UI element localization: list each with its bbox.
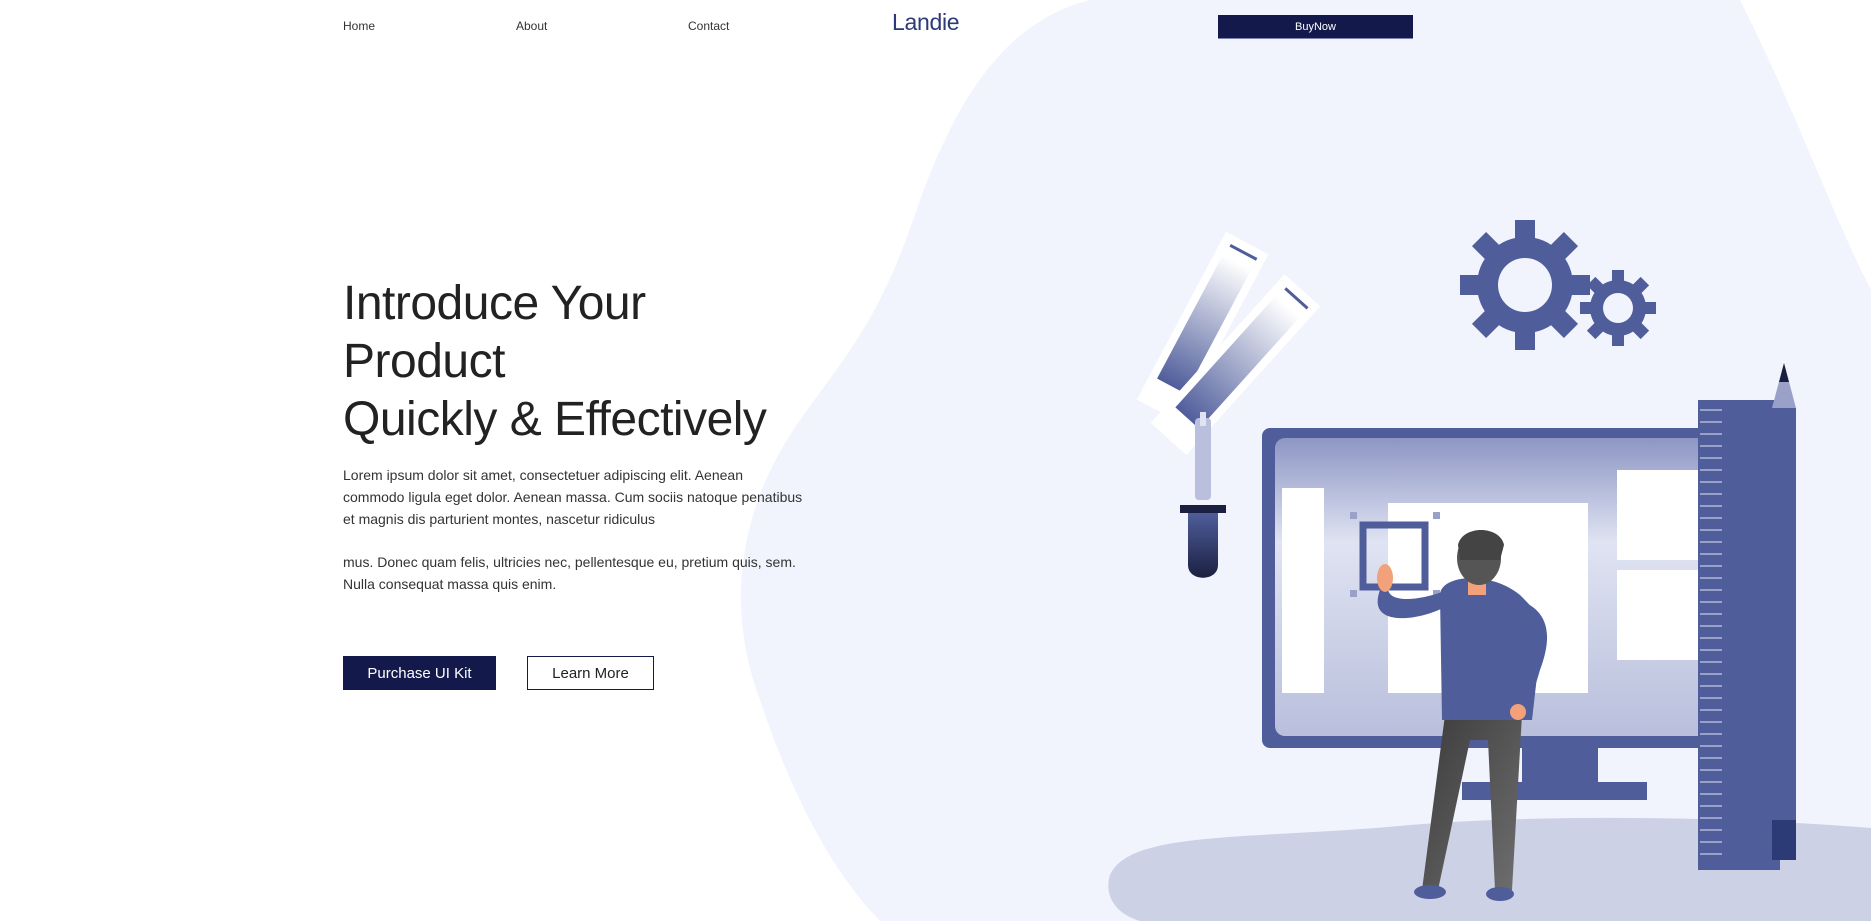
hero-illustration (1108, 220, 1871, 921)
hero-title-line: Product (343, 335, 505, 388)
hero-title-line: Quickly & Effectively (343, 393, 767, 446)
pencil-icon (1772, 363, 1796, 860)
brand-logo[interactable]: Landie (892, 9, 960, 36)
nav-link-home[interactable]: Home (343, 19, 375, 33)
hero-description-continued: mus. Donec quam felis, ultricies nec, pe… (343, 554, 796, 592)
buy-now-button[interactable]: BuyNow (1218, 15, 1413, 39)
ruler-icon (1698, 400, 1780, 870)
gear-icon (1460, 220, 1656, 350)
purchase-ui-kit-button[interactable]: Purchase UI Kit (343, 656, 496, 690)
nav-link-contact[interactable]: Contact (688, 19, 729, 33)
hero-section: Introduce Your Product Quickly & Effecti… (343, 275, 803, 595)
hero-title-line: Introduce Your (343, 277, 646, 330)
hero-title: Introduce Your Product Quickly & Effecti… (343, 275, 803, 449)
color-swatch-icon (1136, 231, 1321, 455)
top-navigation: Home About Contact Landie BuyNow (0, 0, 1871, 52)
hero-description: Lorem ipsum dolor sit amet, consectetuer… (343, 467, 803, 527)
learn-more-button[interactable]: Learn More (527, 656, 654, 690)
nav-link-about[interactable]: About (516, 19, 547, 33)
